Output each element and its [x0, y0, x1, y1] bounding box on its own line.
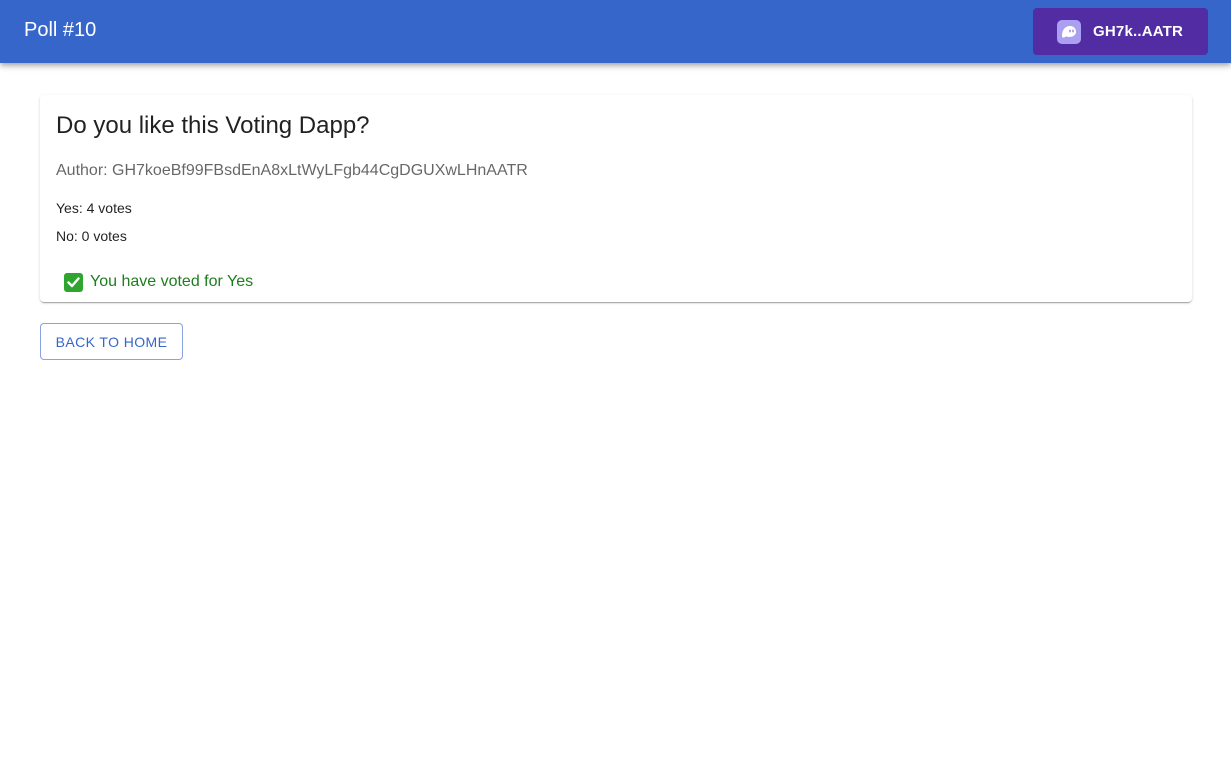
back-to-home-button[interactable]: BACK TO HOME: [40, 323, 183, 360]
wallet-button[interactable]: GH7k..AATR: [1033, 8, 1208, 55]
poll-card: Do you like this Voting Dapp? Author: GH…: [40, 95, 1192, 302]
page-title: Poll #10: [24, 19, 97, 41]
voted-status: You have voted for Yes: [64, 271, 253, 293]
no-vote-count: No: 0 votes: [56, 228, 127, 244]
voted-status-text: You have voted for Yes: [90, 273, 254, 290]
yes-vote-count: Yes: 4 votes: [56, 200, 132, 216]
check-mark-icon: [64, 272, 83, 292]
poll-question: Do you like this Voting Dapp?: [56, 112, 370, 139]
wallet-address-label: GH7k..AATR: [1093, 23, 1184, 40]
poll-author: Author: GH7koeBf99FBsdEnA8xLtWyLFgb44CgD…: [56, 162, 528, 179]
phantom-ghost-icon: [1057, 19, 1081, 44]
app-bar: Poll #10 GH7k..AATR: [0, 0, 1231, 63]
